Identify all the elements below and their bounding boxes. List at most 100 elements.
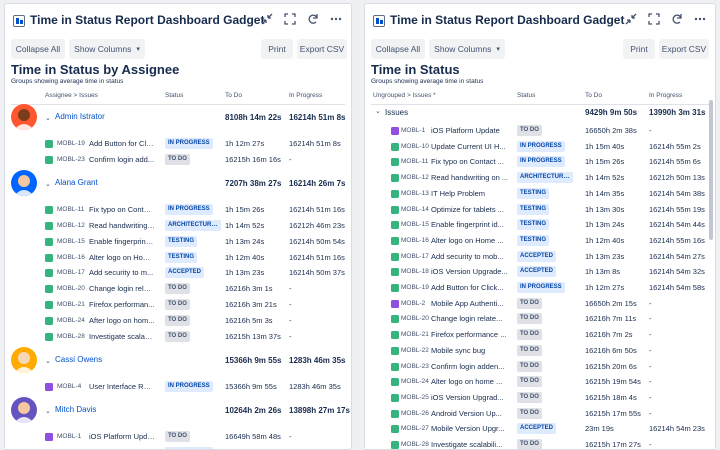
issue-summary[interactable]: Confirm login adden... xyxy=(431,362,504,371)
table-row[interactable]: MOBL-25 iOS Version Upgrad... TO DO 16215h … xyxy=(365,390,715,406)
issue-summary[interactable]: iOS Version Upgrad... xyxy=(431,393,504,402)
table-row[interactable]: MOBL-2 Mobile App Authenti... TO DO 16650h … xyxy=(365,296,715,312)
column-header-inprogress[interactable]: In Progress xyxy=(289,92,322,99)
issue-key[interactable]: MOBL-27 xyxy=(401,425,429,432)
more-options-icon[interactable] xyxy=(329,12,343,26)
chevron-down-icon[interactable]: ⌄ xyxy=(45,407,51,415)
chevron-down-icon[interactable]: ⌄ xyxy=(375,107,381,115)
table-row[interactable]: MOBL-17 Add security to m... ACCEPTED 1h 13… xyxy=(5,265,351,281)
issue-key[interactable]: MOBL-26 xyxy=(401,410,429,417)
issue-key[interactable]: MOBL-25 xyxy=(401,394,429,401)
issue-key[interactable]: MOBL-1 xyxy=(57,433,81,440)
group-row-issues[interactable]: ⌄ Issues 9429h 9m 50s 13990h 3m 31s xyxy=(365,106,715,122)
issue-summary[interactable]: Add Button for Click... xyxy=(431,283,504,292)
table-row[interactable]: MOBL-11 Fix typo on Contact ... IN PROGRES… xyxy=(365,154,715,170)
issue-key[interactable]: MOBL-11 xyxy=(57,206,84,213)
table-row[interactable]: MOBL-24 Alter logo on home ... TO DO 16215h… xyxy=(365,374,715,390)
maximize-icon[interactable] xyxy=(647,12,661,26)
issue-summary[interactable]: Firefox performan... xyxy=(89,300,154,309)
print-button[interactable]: Print xyxy=(261,39,293,59)
refresh-icon[interactable] xyxy=(306,12,320,26)
table-row[interactable]: MOBL-1 iOS Platform Update TO DO 16649h 58m… xyxy=(5,429,351,445)
issue-key[interactable]: MOBL-12 xyxy=(401,174,429,181)
table-row[interactable]: MOBL-12 Read handwriting on ... ARCHITECTU… xyxy=(365,170,715,186)
issue-key[interactable]: MOBL-21 xyxy=(57,301,85,308)
table-row[interactable]: MOBL-23 Confirm login adden... TO DO 16215h… xyxy=(365,359,715,375)
table-row[interactable]: MOBL-16 Alter logo on Home ... TESTING 1h 1… xyxy=(365,233,715,249)
chevron-down-icon[interactable]: ⌄ xyxy=(45,180,51,188)
assignee-name[interactable]: Mitch Davis xyxy=(55,405,96,414)
more-options-icon[interactable] xyxy=(693,12,707,26)
issue-key[interactable]: MOBL-16 xyxy=(57,254,85,261)
table-row[interactable]: MOBL-22 Mobile sync bug TO DO 16216h 6m 50s… xyxy=(365,343,715,359)
column-header-group[interactable]: Ungrouped > Issues * xyxy=(373,92,436,99)
scrollbar[interactable] xyxy=(709,100,713,240)
issue-key[interactable]: MOBL-19 xyxy=(57,140,85,147)
minimize-icon[interactable] xyxy=(624,12,638,26)
assignee-name[interactable]: Cassi Owens xyxy=(55,355,102,364)
column-header-status[interactable]: Status xyxy=(517,92,535,99)
issue-summary[interactable]: Mobile Version Upgr... xyxy=(431,424,504,433)
column-header-todo[interactable]: To Do xyxy=(225,92,242,99)
issue-summary[interactable]: Investigate scalabi... xyxy=(89,332,155,341)
table-row[interactable]: MOBL-13 IT Help Problem TESTING 1h 14m 35s 1… xyxy=(365,186,715,202)
minimize-icon[interactable] xyxy=(260,12,274,26)
issue-summary[interactable]: IT Help Problem xyxy=(431,189,485,198)
group-row-alana-grant[interactable]: ⌄ Alana Grant 7207h 38m 27s 16214h 26m 7s xyxy=(5,169,351,200)
issue-key[interactable]: MOBL-12 xyxy=(57,222,85,229)
table-row[interactable]: MOBL-14 Optimize for tablets ... TESTING 1h… xyxy=(365,202,715,218)
column-header-group[interactable]: Assignee > Issues xyxy=(45,92,98,99)
issue-summary[interactable]: Enable fingerprint id... xyxy=(431,220,504,229)
table-row[interactable]: MOBL-4 User Interface Revi... IN PROGRESS 1… xyxy=(5,379,351,395)
issue-key[interactable]: MOBL-11 xyxy=(401,158,428,165)
issue-key[interactable]: MOBL-21 xyxy=(401,331,429,338)
issue-key[interactable]: MOBL-23 xyxy=(401,363,429,370)
table-row[interactable]: MOBL-28 Investigate scalabili... TO DO 1621… xyxy=(365,437,715,449)
issue-key[interactable]: MOBL-20 xyxy=(401,315,429,322)
issue-summary[interactable]: After logo on hom... xyxy=(89,316,154,325)
issue-key[interactable]: MOBL-4 xyxy=(57,383,81,390)
table-row[interactable]: MOBL-10 Update Current UI H... IN PROGRESS… xyxy=(365,139,715,155)
table-row[interactable]: MOBL-28 Investigate scalabi... TO DO 16215h… xyxy=(5,329,351,345)
issue-summary[interactable]: Change login relat... xyxy=(89,284,155,293)
table-row[interactable]: MOBL-11 Fix typo on Contac... IN PROGRESS 1… xyxy=(5,202,351,218)
issue-key[interactable]: MOBL-13 xyxy=(401,190,429,197)
issue-key[interactable]: MOBL-28 xyxy=(401,441,429,448)
issue-key[interactable]: MOBL-15 xyxy=(401,221,429,228)
table-row[interactable]: MOBL-17 Add security to mob... ACCEPTED 1h … xyxy=(365,249,715,265)
table-row[interactable]: MOBL-1 iOS Platform Update TO DO 16650h 2m … xyxy=(365,123,715,139)
issue-summary[interactable]: Optimize for tablets ... xyxy=(431,205,504,214)
table-row[interactable]: MOBL-10Update Current UI...IN PROGRESS1h… xyxy=(5,445,351,449)
issue-summary[interactable]: iOS Platform Update xyxy=(431,126,500,135)
issue-summary[interactable]: User Interface Revi... xyxy=(89,382,155,391)
issue-summary[interactable]: Mobile App Authenti... xyxy=(431,299,504,308)
issue-summary[interactable]: Fix typo on Contac... xyxy=(89,205,155,214)
issue-key[interactable]: MOBL-24 xyxy=(57,317,85,324)
issue-summary[interactable]: Mobile sync bug xyxy=(431,346,485,355)
issue-summary[interactable]: Change login relate... xyxy=(431,314,502,323)
collapse-all-button[interactable]: Collapse All xyxy=(371,39,425,59)
issue-key[interactable]: MOBL-20 xyxy=(57,285,85,292)
issue-summary[interactable]: Read handwriting ... xyxy=(89,221,155,230)
print-button[interactable]: Print xyxy=(623,39,655,59)
table-row[interactable]: MOBL-16 Alter logo on Hom... TESTING 1h 12m… xyxy=(5,250,351,266)
show-columns-button[interactable]: Show Columns ▾ xyxy=(429,39,505,59)
column-header-inprogress[interactable]: In Progress xyxy=(649,92,682,99)
table-row[interactable]: MOBL-21 Firefox performance ... TO DO 16216… xyxy=(365,327,715,343)
table-row[interactable]: MOBL-19 Add Button for Click... IN PROGRES… xyxy=(365,280,715,296)
issue-key[interactable]: MOBL-10 xyxy=(401,143,429,150)
table-row[interactable]: MOBL-12 Read handwriting ... ARCHITECTURE … xyxy=(5,218,351,234)
issue-summary[interactable]: Alter logo on home ... xyxy=(431,377,502,386)
issue-key[interactable]: MOBL-15 xyxy=(57,238,85,245)
issue-key[interactable]: MOBL-14 xyxy=(401,206,429,213)
issue-key[interactable]: MOBL-24 xyxy=(401,378,429,385)
refresh-icon[interactable] xyxy=(670,12,684,26)
table-row[interactable]: MOBL-27 Mobile Version Upgr... ACCEPTED 23m… xyxy=(365,421,715,437)
group-row-admin-istrator[interactable]: ⌄ Admin Istrator 8108h 14m 22s 16214h 51m 8… xyxy=(5,104,351,134)
issue-summary[interactable]: Confirm login add... xyxy=(89,155,154,164)
issue-key[interactable]: MOBL-2 xyxy=(401,300,425,307)
issue-summary[interactable]: Add security to mob... xyxy=(431,252,504,261)
issue-summary[interactable]: Add Button for Clic... xyxy=(89,139,155,148)
table-row[interactable]: MOBL-15 Enable fingerprint ... TESTING 1h 1… xyxy=(5,234,351,250)
issue-summary[interactable]: Alter logo on Hom... xyxy=(89,253,155,262)
